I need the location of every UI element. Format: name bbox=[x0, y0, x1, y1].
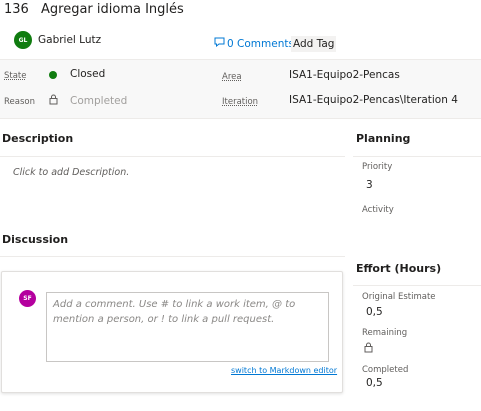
priority-value[interactable]: 3 bbox=[366, 179, 373, 191]
state-label: State bbox=[4, 71, 27, 81]
description-heading: Description bbox=[2, 132, 74, 145]
remaining-lock-icon bbox=[364, 342, 373, 356]
work-item-id: 136 bbox=[4, 2, 29, 17]
comments-count: 0 Comments bbox=[227, 37, 294, 50]
iteration-value[interactable]: ISA1-Equipo2-Pencas\Iteration 4 bbox=[289, 94, 458, 106]
comment-icon bbox=[214, 37, 225, 50]
area-label: Area bbox=[222, 72, 242, 82]
author-avatar: GL bbox=[14, 31, 32, 49]
activity-label: Activity bbox=[362, 205, 394, 215]
effort-heading: Effort (Hours) bbox=[356, 262, 442, 275]
original-estimate-label: Original Estimate bbox=[362, 292, 436, 302]
state-dot-icon bbox=[49, 71, 57, 79]
original-estimate-value[interactable]: 0,5 bbox=[366, 306, 383, 318]
description-editor[interactable]: Click to add Description. bbox=[13, 167, 129, 178]
effort-divider bbox=[353, 285, 481, 286]
assigned-to-name[interactable]: Gabriel Lutz bbox=[38, 34, 101, 46]
description-divider bbox=[0, 156, 345, 157]
priority-label: Priority bbox=[362, 162, 393, 172]
discussion-heading: Discussion bbox=[2, 233, 69, 246]
iteration-label: Iteration bbox=[222, 97, 259, 107]
planning-heading: Planning bbox=[356, 132, 411, 145]
work-item-title[interactable]: Agregar idioma Inglés bbox=[41, 2, 184, 17]
add-tag-button[interactable]: Add Tag bbox=[291, 36, 337, 52]
completed-value[interactable]: 0,5 bbox=[366, 377, 383, 389]
reason-label: Reason bbox=[4, 97, 35, 107]
comment-input[interactable]: Add a comment. Use # to link a work item… bbox=[46, 292, 329, 362]
reason-value: Completed bbox=[70, 95, 128, 107]
current-user-avatar: SF bbox=[19, 290, 36, 307]
activity-field[interactable] bbox=[362, 218, 472, 234]
discussion-divider bbox=[0, 256, 345, 257]
planning-divider bbox=[353, 156, 481, 157]
markdown-editor-link[interactable]: switch to Markdown editor bbox=[231, 366, 337, 375]
remaining-label: Remaining bbox=[362, 328, 408, 338]
comments-link[interactable]: 0 Comments bbox=[214, 37, 294, 50]
lock-icon bbox=[49, 94, 58, 108]
area-value[interactable]: ISA1-Equipo2-Pencas bbox=[289, 69, 400, 81]
state-value[interactable]: Closed bbox=[70, 68, 105, 80]
completed-label: Completed bbox=[362, 365, 409, 375]
